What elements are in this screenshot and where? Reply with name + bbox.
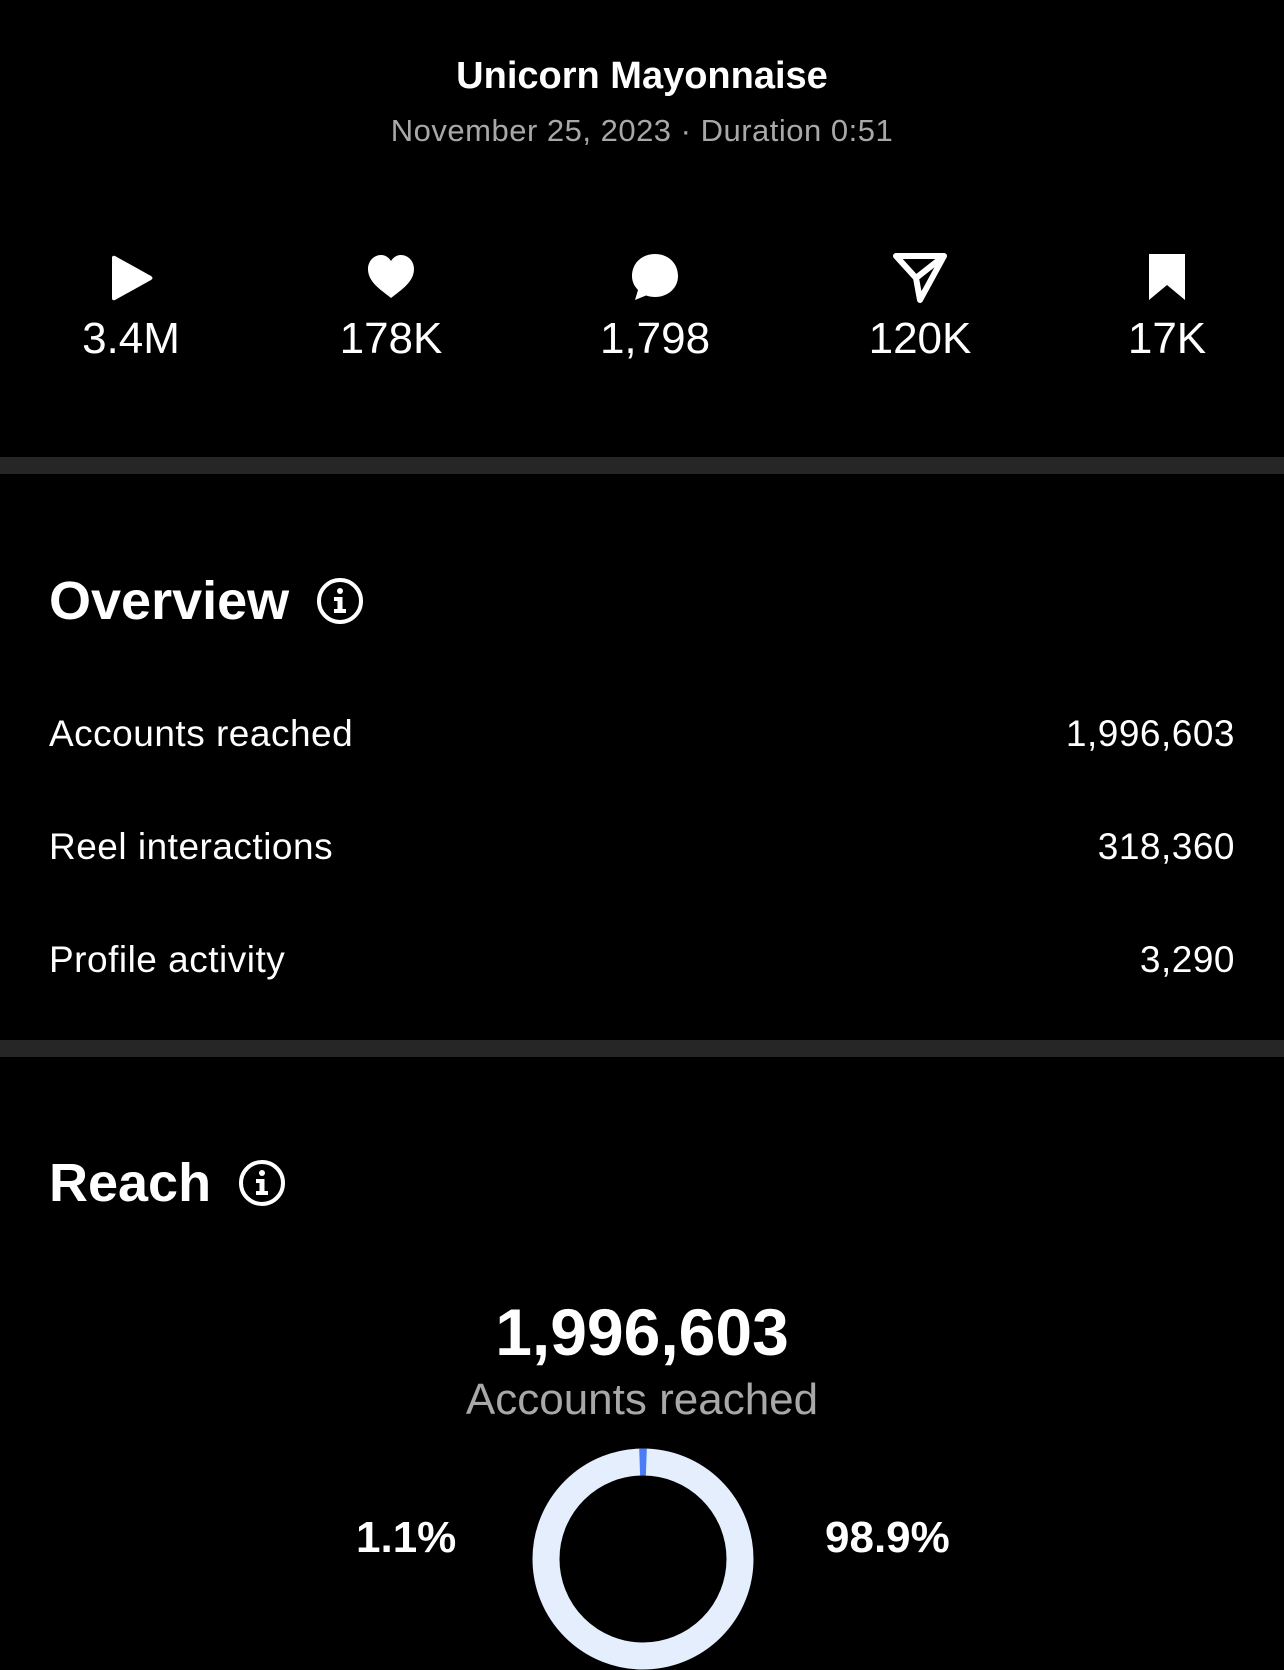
play-icon [103,250,159,306]
info-icon[interactable] [237,1158,287,1208]
overview-title: Overview [49,570,289,632]
stat-shares: 120K [820,250,1020,366]
row-label: Reel interactions [49,826,333,868]
heart-icon [363,250,419,306]
reel-title: Unicorn Mayonnaise [0,54,1284,98]
reach-followers-percent: 1.1% [356,1512,456,1564]
reach-title: Reach [49,1152,211,1214]
bookmark-icon [1139,250,1195,306]
stat-comments-value: 1,798 [555,312,755,366]
reach-heading: Reach [49,1152,287,1214]
row-value: 318,360 [1098,826,1235,868]
reach-non-followers-percent: 98.9% [825,1512,950,1564]
reach-total: 1,996,603 [0,1294,1284,1370]
row-label: Profile activity [49,939,285,981]
info-icon[interactable] [315,576,365,626]
overview-heading: Overview [49,570,365,632]
stat-plays: 3.4M [31,250,231,366]
overview-row-reel-interactions[interactable]: Reel interactions 318,360 [49,822,1235,872]
overview-row-accounts-reached[interactable]: Accounts reached 1,996,603 [49,709,1235,759]
stat-comments: 1,798 [555,250,755,366]
section-divider [0,457,1284,474]
stat-saves-value: 17K [1067,312,1267,366]
stat-likes: 178K [291,250,491,366]
stat-shares-value: 120K [820,312,1020,366]
donut-segment-non-followers [546,1462,740,1656]
row-label: Accounts reached [49,713,353,755]
row-value: 3,290 [1140,939,1235,981]
reach-total-label: Accounts reached [0,1374,1284,1426]
stat-plays-value: 3.4M [31,312,231,366]
stat-likes-value: 178K [291,312,491,366]
stat-saves: 17K [1067,250,1267,366]
comment-icon [627,250,683,306]
reel-date-duration: November 25, 2023 · Duration 0:51 [0,112,1284,150]
reach-donut-chart [532,1448,754,1670]
section-divider [0,1040,1284,1057]
row-value: 1,996,603 [1066,713,1235,755]
share-icon [892,250,948,306]
overview-row-profile-activity[interactable]: Profile activity 3,290 [49,935,1235,985]
